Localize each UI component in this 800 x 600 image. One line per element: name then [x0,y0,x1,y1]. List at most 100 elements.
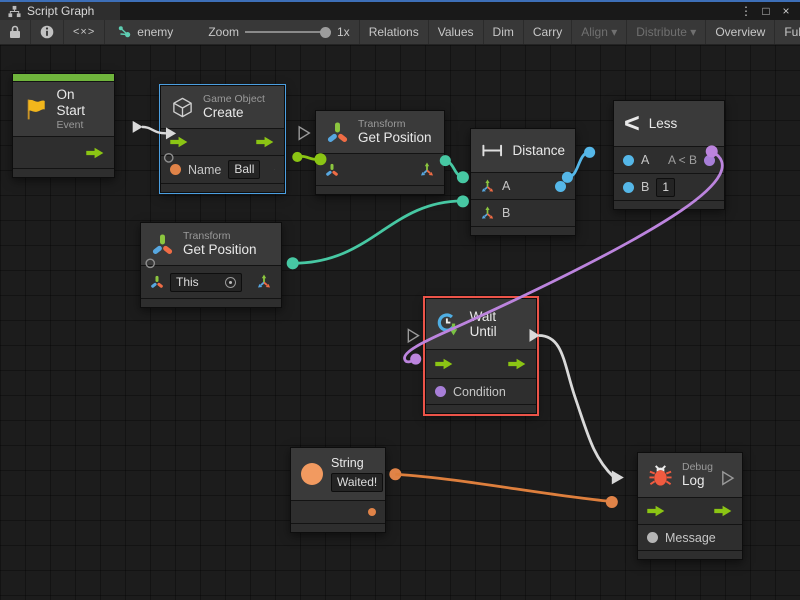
name-input[interactable]: Ball [228,160,260,179]
align-dropdown[interactable]: Align ▾ [572,20,627,44]
window-menu-icon[interactable]: ⋮ [738,4,754,18]
node-get-position-top[interactable]: Transform Get Position [315,110,445,195]
flow-out-port-icon[interactable] [256,136,275,148]
vector3-in-port-icon[interactable] [480,179,495,194]
vector3-in-port-icon[interactable] [480,206,495,221]
info-icon [40,25,54,39]
cube-icon [171,96,194,119]
flow-out-port-icon[interactable] [508,358,527,370]
dim-button[interactable]: Dim [484,20,524,44]
graph-icon [8,5,21,18]
node-get-position-left[interactable]: Transform Get Position This [140,222,282,308]
wire-getposition-to-distance-a[interactable] [445,161,462,177]
tab-script-graph[interactable]: Script Graph [0,2,120,20]
input-a-label: A [502,179,510,193]
wire-dot[interactable] [584,147,595,158]
values-button[interactable]: Values [429,20,484,44]
wire-dot[interactable] [292,152,302,162]
less-out-port[interactable] [704,155,715,166]
wire-dot[interactable] [410,353,421,364]
wire-arrowhead[interactable] [612,471,624,485]
wire-dot[interactable] [457,195,469,207]
code-view-button[interactable]: <×> [64,20,105,44]
vector3-out-port-icon[interactable] [256,274,272,290]
title-bar: Script Graph ⋮ □ × [0,0,800,20]
flow-out-indicator-create[interactable] [299,127,309,139]
node-string-literal[interactable]: String Waited! [290,447,386,533]
wire-getposition-to-distance-b[interactable] [293,201,462,263]
flow-in-port-icon[interactable] [170,136,189,148]
overview-button[interactable]: Overview [706,20,775,44]
target-value: This [176,275,199,290]
input-b-label: B [502,206,510,220]
message-label: Message [665,531,716,545]
zoom-slider-handle[interactable] [320,27,331,38]
graph-name: enemy [137,25,173,39]
object-picker-icon[interactable] [225,277,236,288]
vector3-out-port-icon[interactable] [419,162,435,178]
string-out-port[interactable] [368,508,376,516]
code-toggle-icon: <×> [73,26,95,38]
wire-dot[interactable] [606,496,618,508]
relations-button[interactable]: Relations [359,20,429,44]
maximize-icon[interactable]: □ [758,4,774,18]
node-title: Create [203,105,265,121]
node-footer [13,169,114,177]
wire-start-cap[interactable] [133,121,143,133]
target-input[interactable]: This [170,273,242,292]
node-distance[interactable]: Distance A B [470,128,576,236]
graph-canvas[interactable]: On Start Event Game Object Create [0,45,800,600]
less-b-port[interactable] [623,182,634,193]
less-b-input[interactable]: 1 [656,178,675,197]
node-footer [291,524,385,532]
flow-in-indicator-waituntil[interactable] [408,329,418,341]
transform-in-port-icon[interactable] [325,163,339,177]
flag-icon [23,96,48,122]
node-on-start-event[interactable]: On Start Event [12,73,115,178]
distribute-dropdown[interactable]: Distribute ▾ [627,20,706,44]
flow-out-port-icon[interactable] [86,147,105,159]
node-less[interactable]: < Less A A < B B 1 [613,100,725,210]
less-output-label: A < B [668,153,697,167]
node-create-game-object[interactable]: Game Object Create Name Ball [160,85,285,193]
carry-button[interactable]: Carry [524,20,572,44]
zoom-control: Zoom 1x [182,20,358,44]
node-wait-until[interactable]: Wait Until Condition [425,298,537,414]
wire-string-to-log[interactable] [395,474,611,501]
condition-port[interactable] [435,386,446,397]
game-object-out-port-icon[interactable] [274,162,275,177]
full-screen-button[interactable]: Full Screen [775,20,800,44]
name-port[interactable] [170,164,181,175]
full-screen-label: Full Screen [784,25,800,39]
dim-label: Dim [493,25,514,39]
node-footer [614,201,724,209]
string-input[interactable]: Waited! [331,473,383,492]
distance-out-port[interactable] [555,181,566,192]
distribute-label: Distribute [636,25,687,39]
wire-dot[interactable] [389,468,401,480]
node-footer [316,186,444,194]
node-type: Transform [183,230,257,242]
wire-dot[interactable] [457,171,469,183]
wire-dot[interactable] [287,257,299,269]
less-a-port[interactable] [623,155,634,166]
breadcrumb[interactable]: enemy [105,20,182,44]
node-subtitle: Event [57,119,104,131]
node-debug-log[interactable]: Debug Log Message [637,452,743,560]
inspect-button[interactable] [31,20,64,44]
transform-in-port-icon[interactable] [150,275,164,289]
flow-in-port-icon[interactable] [647,505,666,517]
node-footer [471,227,575,235]
graph-node-icon [117,25,131,39]
flow-in-port-icon[interactable] [435,358,454,370]
wire-waituntil-to-log[interactable] [539,335,614,477]
node-title: Less [649,116,678,131]
zoom-slider[interactable] [245,31,331,33]
lock-button[interactable] [0,20,31,44]
close-icon[interactable]: × [778,4,794,18]
message-port[interactable] [647,532,658,543]
flow-out-port-icon[interactable] [714,505,733,517]
transform-icon [326,121,349,144]
toolbar: <×> enemy Zoom 1x Relations Values Dim C… [0,20,800,45]
zoom-label: Zoom [208,25,239,39]
